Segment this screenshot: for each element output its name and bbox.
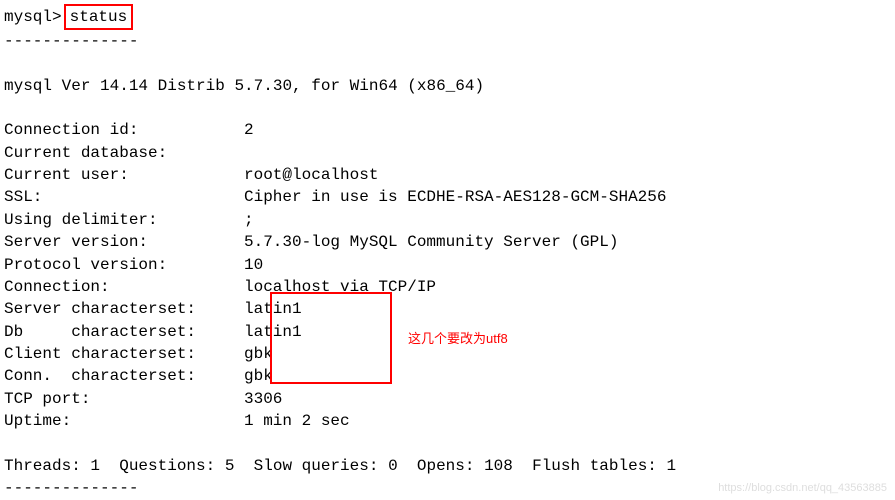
value-uptime: 1 min 2 sec	[244, 410, 350, 432]
label-connection: Connection:	[4, 276, 244, 298]
label-tcp-port: TCP port:	[4, 388, 244, 410]
mysql-prompt: mysql>	[4, 6, 62, 28]
label-current-database: Current database:	[4, 142, 244, 164]
row-server-charset: Server characterset: latin1	[4, 298, 891, 320]
watermark: https://blog.csdn.net/qq_43563885	[718, 481, 887, 496]
label-client-charset: Client characterset:	[4, 343, 244, 365]
label-using-delimiter: Using delimiter:	[4, 209, 244, 231]
label-db-charset: Db characterset:	[4, 321, 244, 343]
row-tcp-port: TCP port: 3306	[4, 388, 891, 410]
value-protocol-version: 10	[244, 254, 263, 276]
value-tcp-port: 3306	[244, 388, 282, 410]
row-conn-charset: Conn. characterset: gbk	[4, 365, 891, 387]
value-db-charset: latin1	[244, 321, 302, 343]
blank-row	[4, 97, 891, 119]
label-connection-id: Connection id:	[4, 119, 244, 141]
row-uptime: Uptime: 1 min 2 sec	[4, 410, 891, 432]
status-command: status	[70, 8, 128, 26]
row-ssl: SSL: Cipher in use is ECDHE-RSA-AES128-G…	[4, 186, 891, 208]
version-line: mysql Ver 14.14 Distrib 5.7.30, for Win6…	[4, 75, 891, 97]
row-using-delimiter: Using delimiter: ;	[4, 209, 891, 231]
row-current-database: Current database:	[4, 142, 891, 164]
dashes-top: --------------	[4, 30, 891, 52]
value-client-charset: gbk	[244, 343, 273, 365]
value-ssl: Cipher in use is ECDHE-RSA-AES128-GCM-SH…	[244, 186, 666, 208]
value-conn-charset: gbk	[244, 365, 273, 387]
blank-row	[4, 53, 891, 75]
label-uptime: Uptime:	[4, 410, 244, 432]
value-server-version: 5.7.30-log MySQL Community Server (GPL)	[244, 231, 618, 253]
label-server-charset: Server characterset:	[4, 298, 244, 320]
value-current-user: root@localhost	[244, 164, 378, 186]
label-conn-charset: Conn. characterset:	[4, 365, 244, 387]
prompt-line: mysql> status	[4, 4, 891, 30]
row-connection-id: Connection id: 2	[4, 119, 891, 141]
stats-line: Threads: 1 Questions: 5 Slow queries: 0 …	[4, 455, 891, 477]
value-connection-id: 2	[244, 119, 254, 141]
label-server-version: Server version:	[4, 231, 244, 253]
row-current-user: Current user: root@localhost	[4, 164, 891, 186]
row-connection: Connection: localhost via TCP/IP	[4, 276, 891, 298]
value-server-charset: latin1	[244, 298, 302, 320]
label-ssl: SSL:	[4, 186, 244, 208]
command-highlight-box: status	[64, 4, 134, 30]
value-connection: localhost via TCP/IP	[244, 276, 436, 298]
blank-row	[4, 433, 891, 455]
value-using-delimiter: ;	[244, 209, 254, 231]
row-server-version: Server version: 5.7.30-log MySQL Communi…	[4, 231, 891, 253]
charset-annotation: 这几个要改为utf8	[408, 330, 508, 348]
label-current-user: Current user:	[4, 164, 244, 186]
label-protocol-version: Protocol version:	[4, 254, 244, 276]
row-protocol-version: Protocol version: 10	[4, 254, 891, 276]
